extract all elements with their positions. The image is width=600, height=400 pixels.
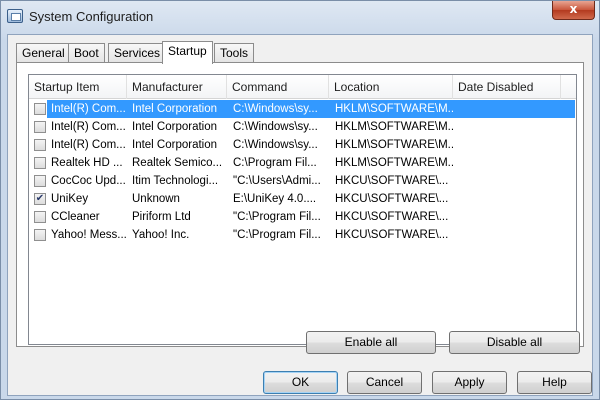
startup-item-checkbox[interactable]: ✔ — [34, 193, 46, 205]
cell-location: HKCU\SOFTWARE\... — [335, 193, 449, 205]
table-row[interactable]: ✔ UniKey Unknown E:\UniKey 4.0.... HKCU\SOFT… — [29, 190, 576, 208]
cell-date-disabled — [459, 172, 559, 190]
cell-command: "C:\Program Fil... — [233, 211, 321, 223]
apply-button[interactable]: Apply — [432, 371, 507, 394]
cell-location: HKLM\SOFTWARE\M... — [335, 157, 453, 169]
startup-item-checkbox[interactable] — [34, 103, 46, 115]
tab-general[interactable]: General — [16, 43, 71, 63]
cell-manufacturer: Yahoo! Inc. — [132, 229, 190, 241]
cancel-button[interactable]: Cancel — [347, 371, 422, 394]
tab-services[interactable]: Services — [108, 43, 167, 63]
cell-manufacturer: Unknown — [132, 193, 180, 205]
cell-startup-item: Intel(R) Com... — [51, 103, 126, 115]
column-header-manufacturer[interactable]: Manufacturer — [127, 75, 227, 99]
cell-location: HKLM\SOFTWARE\M... — [335, 103, 453, 115]
cell-command: C:\Windows\sy... — [233, 103, 318, 115]
close-icon[interactable]: x — [552, 1, 595, 20]
cell-date-disabled — [459, 136, 559, 154]
cell-command: "C:\Program Fil... — [233, 229, 321, 241]
disable-all-button[interactable]: Disable all — [449, 331, 580, 354]
cell-date-disabled — [459, 118, 559, 136]
title-bar[interactable]: System Configuration x — [1, 1, 599, 33]
tab-tools[interactable]: Tools — [214, 43, 255, 63]
cell-location: HKCU\SOFTWARE\... — [335, 175, 449, 187]
table-row[interactable]: Intel(R) Com... Intel Corporation C:\Windo… — [29, 100, 576, 118]
cell-command: E:\UniKey 4.0.... — [233, 193, 317, 205]
cell-startup-item: Realtek HD ... — [51, 157, 123, 169]
cell-command: "C:\Users\Admi... — [233, 175, 321, 187]
startup-items-list[interactable]: Startup Item Manufacturer Command Locati… — [28, 74, 577, 345]
cell-manufacturer: Intel Corporation — [132, 103, 218, 115]
cell-location: HKLM\SOFTWARE\M... — [335, 121, 453, 133]
column-header-startup-item[interactable]: Startup Item — [29, 75, 127, 99]
cell-startup-item: Intel(R) Com... — [51, 139, 126, 151]
list-body: Intel(R) Com... Intel Corporation C:\Windo… — [29, 100, 576, 244]
cell-command: C:\Windows\sy... — [233, 121, 318, 133]
help-button[interactable]: Help — [517, 371, 592, 394]
tab-boot[interactable]: Boot — [68, 43, 105, 63]
startup-item-checkbox[interactable] — [34, 157, 46, 169]
startup-item-checkbox[interactable] — [34, 175, 46, 187]
cell-manufacturer: Piriform Ltd — [132, 211, 191, 223]
cell-command: C:\Program Fil... — [233, 157, 317, 169]
system-config-icon — [7, 9, 23, 23]
cell-command: C:\Windows\sy... — [233, 139, 318, 151]
cell-location: HKCU\SOFTWARE\... — [335, 211, 449, 223]
cell-startup-item: CocCoc Upd... — [51, 175, 126, 187]
system-configuration-window: System Configuration x General Boot Serv… — [0, 0, 600, 400]
column-header-command[interactable]: Command — [227, 75, 329, 99]
ok-button[interactable]: OK — [263, 371, 338, 394]
table-row[interactable]: Yahoo! Mess... Yahoo! Inc. "C:\Program Fil… — [29, 226, 576, 244]
startup-item-checkbox[interactable] — [34, 211, 46, 223]
window-title: System Configuration — [29, 9, 154, 24]
cell-location: HKLM\SOFTWARE\M... — [335, 139, 453, 151]
enable-all-button[interactable]: Enable all — [306, 331, 436, 354]
cell-manufacturer: Itim Technologi... — [132, 175, 219, 187]
startup-item-checkbox[interactable] — [34, 121, 46, 133]
startup-item-checkbox[interactable] — [34, 139, 46, 151]
column-header-date-disabled[interactable]: Date Disabled — [453, 75, 561, 99]
cell-manufacturer: Intel Corporation — [132, 139, 218, 151]
startup-item-checkbox[interactable] — [34, 229, 46, 241]
cell-date-disabled — [459, 154, 559, 172]
cell-manufacturer: Intel Corporation — [132, 121, 218, 133]
table-row[interactable]: CCleaner Piriform Ltd "C:\Program Fil... HK… — [29, 208, 576, 226]
dialog-client-area: General Boot Services Startup Tools Star… — [7, 34, 593, 396]
cell-date-disabled — [459, 100, 559, 118]
cell-location: HKCU\SOFTWARE\... — [335, 229, 449, 241]
table-row[interactable]: Intel(R) Com... Intel Corporation C:\Windo… — [29, 118, 576, 136]
cell-startup-item: Intel(R) Com... — [51, 121, 126, 133]
table-row[interactable]: Realtek HD ... Realtek Semico... C:\Progra… — [29, 154, 576, 172]
cell-date-disabled — [459, 226, 559, 244]
cell-startup-item: CCleaner — [51, 211, 100, 223]
startup-tab-panel: Startup Item Manufacturer Command Locati… — [16, 62, 584, 347]
tab-startup[interactable]: Startup — [162, 41, 213, 64]
cell-date-disabled — [459, 190, 559, 208]
cell-manufacturer: Realtek Semico... — [132, 157, 223, 169]
list-header: Startup Item Manufacturer Command Locati… — [29, 75, 576, 99]
cell-startup-item: UniKey — [51, 193, 89, 205]
cell-date-disabled — [459, 208, 559, 226]
cell-startup-item: Yahoo! Mess... — [51, 229, 127, 241]
table-row[interactable]: Intel(R) Com... Intel Corporation C:\Windo… — [29, 136, 576, 154]
checkmark-icon: ✔ — [35, 193, 45, 204]
column-header-location[interactable]: Location — [329, 75, 453, 99]
table-row[interactable]: CocCoc Upd... Itim Technologi... "C:\Users… — [29, 172, 576, 190]
